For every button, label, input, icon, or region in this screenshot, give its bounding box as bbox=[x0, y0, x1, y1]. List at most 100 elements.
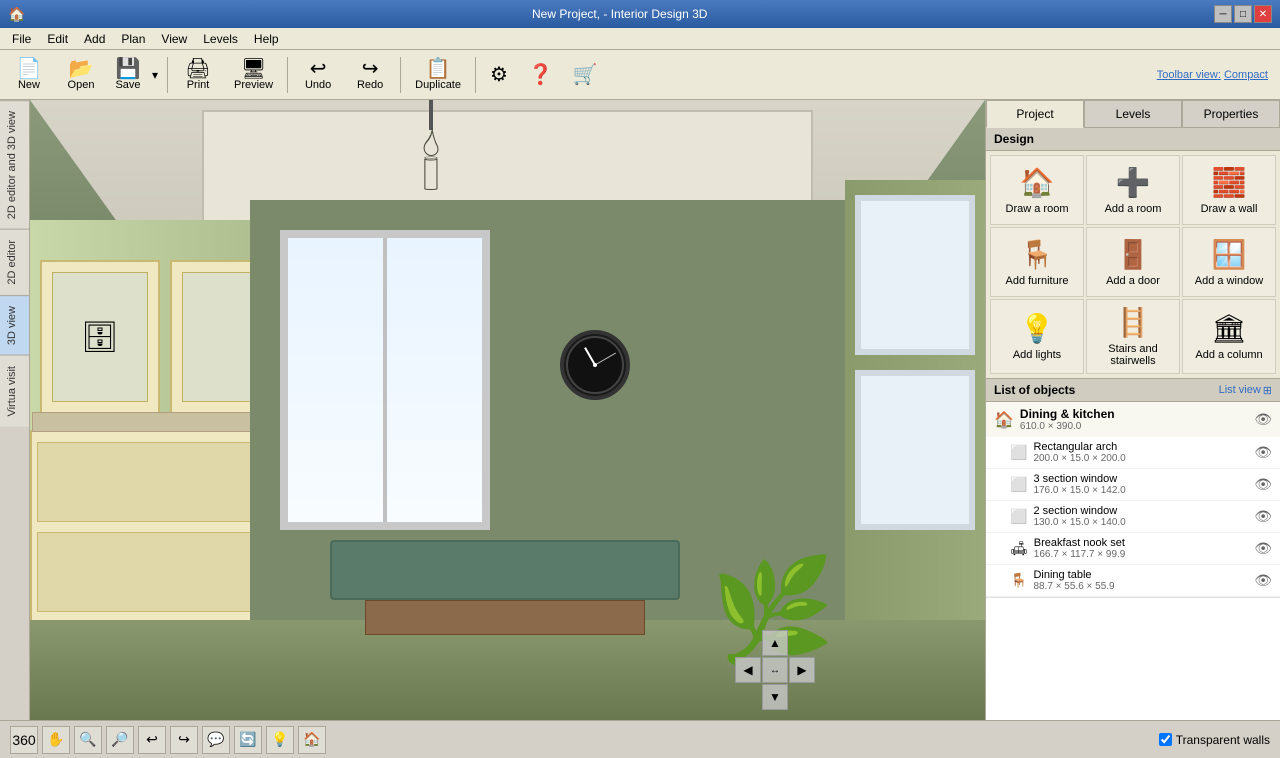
nav-up-button[interactable]: ▲ bbox=[762, 630, 788, 656]
btn-zoom-out[interactable]: 🔍 bbox=[74, 726, 102, 754]
app-icon: 🏠 bbox=[8, 6, 25, 23]
sidebar-tab-2d-3d[interactable]: 2D editor and 3D view bbox=[0, 100, 29, 229]
duplicate-label: Duplicate bbox=[415, 79, 461, 91]
btn-pan[interactable]: ✋ bbox=[42, 726, 70, 754]
object-item-3-section-window[interactable]: ⬜ 3 section window 176.0 × 15.0 × 142.0 … bbox=[986, 469, 1280, 501]
help-button[interactable]: ❓ bbox=[519, 53, 562, 97]
add-furniture-button[interactable]: 🪑 Add furniture bbox=[990, 227, 1084, 297]
sidebar-tab-virtual[interactable]: Virtua visit bbox=[0, 355, 29, 427]
add-lights-label: Add lights bbox=[1013, 349, 1061, 361]
btn-home[interactable]: 🏠 bbox=[298, 726, 326, 754]
menu-file[interactable]: File bbox=[4, 30, 39, 48]
nav-left-button[interactable]: ◀ bbox=[735, 657, 761, 683]
menu-help[interactable]: Help bbox=[246, 30, 287, 48]
close-button[interactable]: ✕ bbox=[1254, 5, 1272, 23]
list-view-icon: ⊞ bbox=[1263, 384, 1272, 397]
arch-icon: ⬜ bbox=[1010, 444, 1027, 461]
tab-properties[interactable]: Properties bbox=[1182, 100, 1280, 127]
tab-project[interactable]: Project bbox=[986, 100, 1084, 128]
add-window-icon: 🪟 bbox=[1212, 238, 1247, 271]
preview-button[interactable]: 🖥 Preview bbox=[225, 53, 282, 97]
object-item-dining-table[interactable]: 🪑 Dining table 88.7 × 55.6 × 55.9 👁 bbox=[986, 565, 1280, 597]
object-group-header-dining[interactable]: 🏠 Dining & kitchen 610.0 × 390.0 👁 bbox=[986, 402, 1280, 437]
object-item-2-section-window[interactable]: ⬜ 2 section window 130.0 × 15.0 × 140.0 … bbox=[986, 501, 1280, 533]
duplicate-button[interactable]: 📋 Duplicate bbox=[406, 53, 470, 97]
group-info-dining: Dining & kitchen 610.0 × 390.0 bbox=[1020, 407, 1248, 432]
btn-zoom-in[interactable]: 🔎 bbox=[106, 726, 134, 754]
menu-levels[interactable]: Levels bbox=[195, 30, 246, 48]
minimize-button[interactable]: ─ bbox=[1214, 5, 1232, 23]
print-button[interactable]: 🖨 Print bbox=[173, 53, 223, 97]
visibility-icon-window2[interactable]: 👁 bbox=[1254, 508, 1272, 525]
room-scene: 🕯 🗄 bbox=[30, 100, 985, 720]
btn-360[interactable]: 360 bbox=[10, 726, 38, 754]
btn-undo-view[interactable]: ↩ bbox=[138, 726, 166, 754]
restore-button[interactable]: □ bbox=[1234, 5, 1252, 23]
menu-plan[interactable]: Plan bbox=[113, 30, 153, 48]
visibility-icon-table[interactable]: 👁 bbox=[1254, 572, 1272, 589]
stairs-button[interactable]: 🪜 Stairs and stairwells bbox=[1086, 299, 1180, 374]
save-label: Save bbox=[115, 79, 140, 91]
cabinet-glass-left: 🗄 bbox=[52, 272, 148, 402]
open-button[interactable]: 📂 Open bbox=[56, 53, 106, 97]
visibility-icon-window3[interactable]: 👁 bbox=[1254, 476, 1272, 493]
print-label: Print bbox=[187, 79, 210, 91]
settings-button[interactable]: ⚙ bbox=[481, 53, 517, 97]
new-button[interactable]: 📄 New bbox=[4, 53, 54, 97]
cart-icon: 🛒 bbox=[573, 65, 598, 85]
nav-empty-tl bbox=[735, 630, 761, 656]
right-panel: Project Levels Properties Design 🏠 Draw … bbox=[985, 100, 1280, 720]
nav-empty-bl bbox=[735, 684, 761, 710]
gear-icon: ⚙ bbox=[490, 65, 508, 85]
clock-hand-minute bbox=[595, 353, 616, 366]
objects-list[interactable]: 🏠 Dining & kitchen 610.0 × 390.0 👁 ⬜ Rec… bbox=[986, 402, 1280, 720]
draw-room-button[interactable]: 🏠 Draw a room bbox=[990, 155, 1084, 225]
undo-button[interactable]: ↩ Undo bbox=[293, 53, 343, 97]
btn-redo-view[interactable]: ↪ bbox=[170, 726, 198, 754]
btn-rotate[interactable]: 🔄 bbox=[234, 726, 262, 754]
sidebar-tab-3d[interactable]: 3D view bbox=[0, 295, 29, 355]
canvas-area[interactable]: 🕯 🗄 bbox=[30, 100, 985, 720]
nav-right-button[interactable]: ▶ bbox=[789, 657, 815, 683]
nav-down-button[interactable]: ▼ bbox=[762, 684, 788, 710]
table-dims: 88.7 × 55.6 × 55.9 bbox=[1033, 581, 1248, 592]
group-dims-dining: 610.0 × 390.0 bbox=[1020, 421, 1248, 432]
transparent-walls-checkbox[interactable] bbox=[1159, 733, 1172, 746]
nav-arrows: ▲ ◀ ↔ ▶ ▼ bbox=[735, 630, 815, 710]
visibility-icon-dining[interactable]: 👁 bbox=[1254, 411, 1272, 428]
right-panel-1 bbox=[855, 195, 975, 355]
tab-levels[interactable]: Levels bbox=[1084, 100, 1182, 127]
object-item-breakfast-nook[interactable]: 🛋 Breakfast nook set 166.7 × 117.7 × 99.… bbox=[986, 533, 1280, 565]
menu-edit[interactable]: Edit bbox=[39, 30, 76, 48]
separator-1 bbox=[167, 57, 168, 93]
buy-button[interactable]: 🛒 bbox=[564, 53, 607, 97]
draw-wall-button[interactable]: 🧱 Draw a wall bbox=[1182, 155, 1276, 225]
redo-label: Redo bbox=[357, 79, 383, 91]
add-furniture-label: Add furniture bbox=[1006, 275, 1069, 287]
menu-view[interactable]: View bbox=[153, 30, 195, 48]
add-column-button[interactable]: 🏛 Add a column bbox=[1182, 299, 1276, 374]
add-lights-icon: 💡 bbox=[1020, 312, 1055, 345]
add-room-icon: ➕ bbox=[1116, 166, 1151, 199]
btn-comment[interactable]: 💬 bbox=[202, 726, 230, 754]
save-button[interactable]: 💾 Save bbox=[108, 53, 148, 97]
list-view-button[interactable]: List view ⊞ bbox=[1219, 384, 1272, 397]
add-door-button[interactable]: 🚪 Add a door bbox=[1086, 227, 1180, 297]
compact-link[interactable]: Compact bbox=[1224, 69, 1268, 81]
visibility-icon-arch[interactable]: 👁 bbox=[1254, 444, 1272, 461]
object-group-dining: 🏠 Dining & kitchen 610.0 × 390.0 👁 ⬜ Rec… bbox=[986, 402, 1280, 598]
object-item-rectangular-arch[interactable]: ⬜ Rectangular arch 200.0 × 15.0 × 200.0 … bbox=[986, 437, 1280, 469]
add-window-button[interactable]: 🪟 Add a window bbox=[1182, 227, 1276, 297]
window3-info: 3 section window 176.0 × 15.0 × 142.0 bbox=[1033, 473, 1248, 496]
draw-room-label: Draw a room bbox=[1006, 203, 1069, 215]
visibility-icon-nook[interactable]: 👁 bbox=[1254, 540, 1272, 557]
menu-add[interactable]: Add bbox=[76, 30, 113, 48]
btn-light[interactable]: 💡 bbox=[266, 726, 294, 754]
redo-button[interactable]: ↪ Redo bbox=[345, 53, 395, 97]
save-group: 💾 Save ▾ bbox=[108, 53, 162, 97]
save-dropdown-button[interactable]: ▾ bbox=[148, 53, 162, 97]
window2-icon: ⬜ bbox=[1010, 508, 1027, 525]
add-room-button[interactable]: ➕ Add a room bbox=[1086, 155, 1180, 225]
sidebar-tab-2d[interactable]: 2D editor bbox=[0, 229, 29, 295]
add-lights-button[interactable]: 💡 Add lights bbox=[990, 299, 1084, 374]
